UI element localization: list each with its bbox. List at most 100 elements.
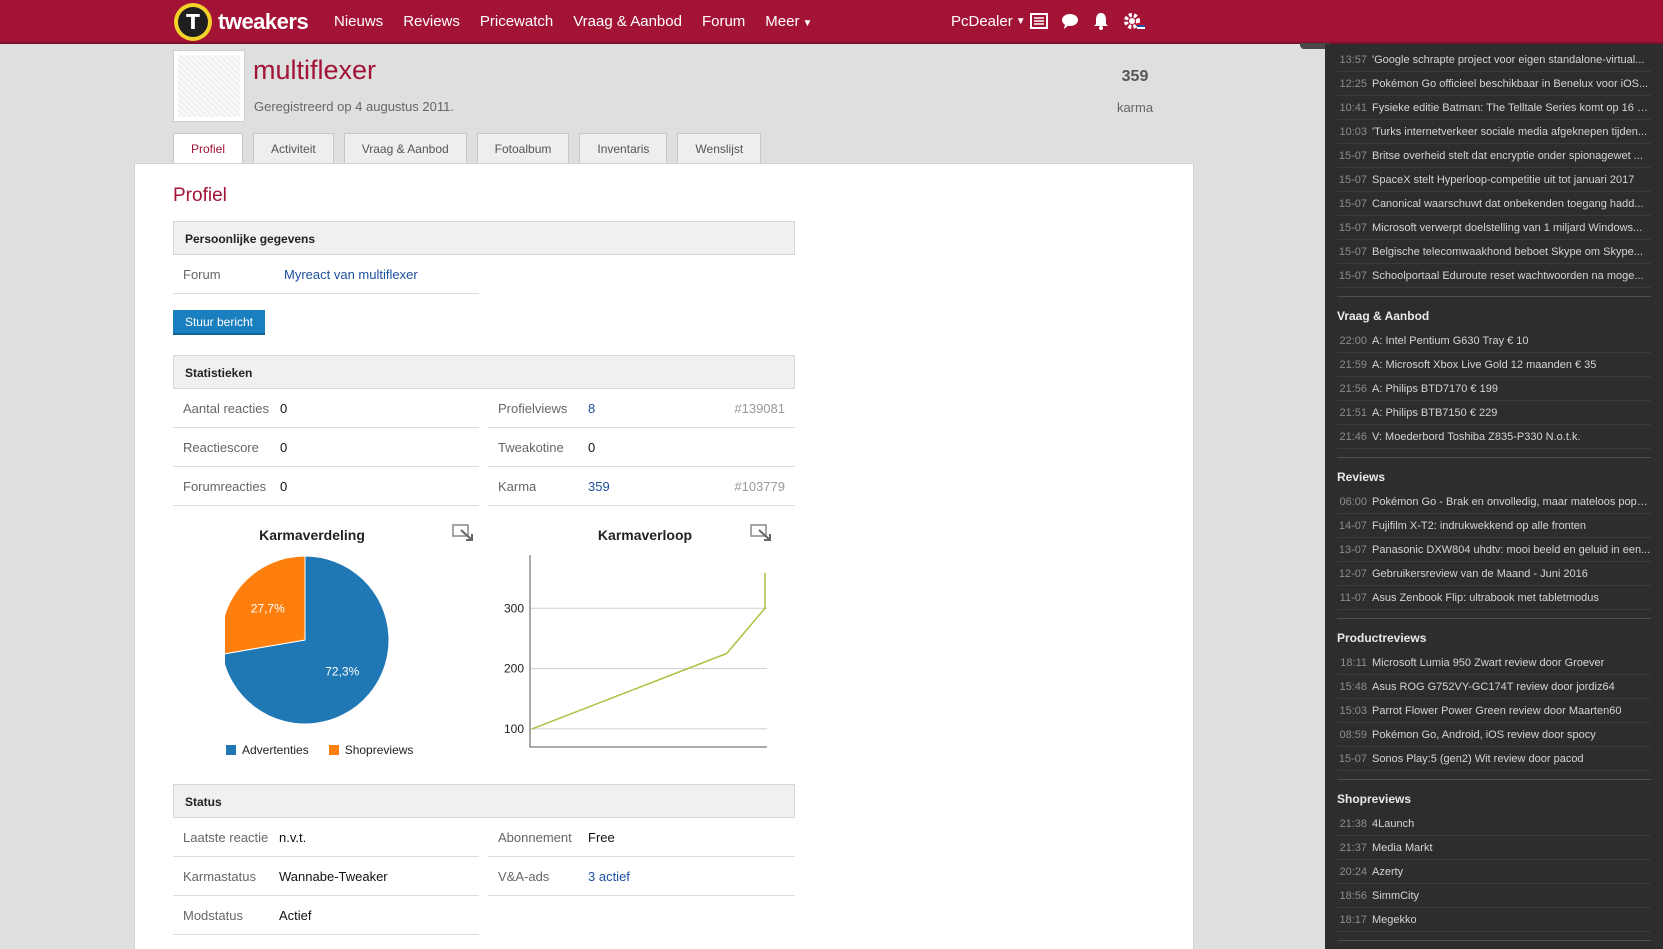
sidebar-item-time: 18:17 [1339,913,1367,926]
sidebar-item[interactable]: 08:59 Pokémon Go, Android, iOS review doo… [1337,723,1651,747]
nav-link-meer[interactable]: Meer ▼ [765,13,812,30]
sidebar-item[interactable]: 21:46 V: Moederbord Toshiba Z835-P330 N.o… [1337,425,1651,449]
sidebar-section-title[interactable]: Productreviews [1337,618,1651,651]
nav-link-nieuws[interactable]: Nieuws [334,13,383,30]
nav-link-reviews[interactable]: Reviews [403,13,460,30]
sidebar-section: Shopreviews 21:38 4Launch 21:37 Media Markt 2… [1325,779,1663,932]
sidebar-item[interactable]: 18:11 Microsoft Lumia 950 Zwart review do… [1337,651,1651,675]
list-icon[interactable] [1029,11,1049,31]
nav-link-vraag-aanbod[interactable]: Vraag & Aanbod [573,13,682,30]
sidebar-item-time: 21:46 [1339,430,1367,443]
sidebar-item[interactable]: 12-07 Gebruikersreview van de Maand - Jun… [1337,562,1651,586]
sidebar-item[interactable]: 18:56 SimmCity [1337,884,1651,908]
legend-label: Shopreviews [344,743,414,757]
nav-link-pricewatch[interactable]: Pricewatch [480,13,553,30]
stat-rank: #103779 [734,478,785,494]
news-item[interactable]: 15-07 Belgische telecomwaakhond beboet Sk… [1337,240,1651,264]
stat-label: Tweakotine [498,439,564,455]
news-time: 10:03 [1339,125,1367,138]
nav-link-forum[interactable]: Forum [702,13,745,30]
sidebar-item[interactable]: 22:00 A: Intel Pentium G630 Tray € 10 [1337,329,1651,353]
status-value-link[interactable]: 3 actief [588,869,630,884]
sidebar-item[interactable]: 21:37 Media Markt [1337,836,1651,860]
avatar [173,50,245,122]
tab-profiel[interactable]: Profiel [173,133,244,164]
sidebar-section: Reviews 06:00 Pokémon Go - Brak en onvolle… [1325,457,1663,610]
sidebar-item-title: Panasonic DXW804 uhdtv: mooi beeld en ge… [1372,543,1651,556]
y-tick-label: 200 [504,662,524,676]
news-item[interactable]: 15-07 Britse overheid stelt dat encryptie… [1337,144,1651,168]
sidebar-item-title: Sonos Play:5 (gen2) Wit review door paco… [1372,752,1584,765]
sidebar-item-title: 4Launch [1372,817,1415,830]
news-item[interactable]: 15-07 Microsoft verwerpt doelstelling van… [1337,216,1651,240]
sidebar-item-time: 06:00 [1339,495,1367,508]
forum-label: Forum [183,266,221,282]
stat-row: Reactiescore 0 [173,428,479,467]
sidebar-item[interactable]: 20:24 Azerty [1337,860,1651,884]
status-row: Karmastatus Wannabe-Tweaker [173,857,479,896]
sidebar-section-title[interactable]: Reviews [1337,457,1651,490]
sidebar-item[interactable]: 21:59 A: Microsoft Xbox Live Gold 12 maan… [1337,353,1651,377]
sidebar-item[interactable]: 21:56 A: Philips BTD7170 € 199 [1337,377,1651,401]
news-title: SpaceX stelt Hyperloop-competitie uit to… [1372,173,1635,186]
sidebar-section-title[interactable]: Vraag & Aanbod [1337,296,1651,329]
news-item[interactable]: 15-07 Canonical waarschuwt dat onbekenden… [1337,192,1651,216]
tab-activiteit[interactable]: Activiteit [253,133,334,163]
sidebar-item-time: 13-07 [1338,543,1367,556]
sidebar-item-title: SimmCity [1372,889,1420,902]
sidebar-item[interactable]: 15:48 Asus ROG G752VY-GC174T review door … [1337,675,1651,699]
tab-fotoalbum[interactable]: Fotoalbum [476,133,570,163]
news-title: Belgische telecomwaakhond beboet Skype o… [1372,245,1643,258]
sidebar-item[interactable]: 11-07 Asus Zenbook Flip: ultrabook met ta… [1337,586,1651,610]
pcdealer-menu[interactable]: PcDealer ▼ [951,0,1026,42]
news-item[interactable]: 10:41 Fysieke editie Batman: The Telltale… [1337,96,1651,120]
stat-value-link[interactable]: 8 [588,401,595,416]
sidebar-section-title[interactable]: .Geeks [1337,940,1651,949]
sidebar-item[interactable]: 21:51 A: Philips BTB7150 € 229 [1337,401,1651,425]
sidebar-section-title[interactable]: Shopreviews [1337,779,1651,812]
status-value: n.v.t. [279,829,307,845]
tab-inventaris[interactable]: Inventaris [579,133,668,163]
sidebar-item[interactable]: 15:03 Parrot Flower Power Green review do… [1337,699,1651,723]
news-time: 15-07 [1338,197,1367,210]
forum-link[interactable]: Myreact van multiflexer [284,267,418,282]
sidebar-item[interactable]: 18:17 Megekko [1337,908,1651,932]
sidebar-item-time: 21:59 [1339,358,1367,371]
settings-icon[interactable] [1122,11,1146,31]
status-value: Free [588,829,615,845]
sidebar-item[interactable]: 21:38 4Launch [1337,812,1651,836]
sidebar-item[interactable]: 13-07 Panasonic DXW804 uhdtv: mooi beeld … [1337,538,1651,562]
page-title: Profiel [173,185,227,206]
news-item[interactable]: 15-07 SpaceX stelt Hyperloop-competitie u… [1337,168,1651,192]
news-item[interactable]: 10:03 'Turks internetverkeer sociale medi… [1337,120,1651,144]
news-item[interactable]: 15-07 Schoolportaal Eduroute reset wachtw… [1337,264,1651,288]
sidebar-sections: Vraag & Aanbod 22:00 A: Intel Pentium G630… [1325,296,1663,949]
sidebar-item-time: 18:56 [1339,889,1367,902]
news-title: Canonical waarschuwt dat onbekenden toeg… [1372,197,1644,210]
sidebar-item-title: Gebruikersreview van de Maand - Juni 201… [1372,567,1588,580]
sidebar-item-title: A: Microsoft Xbox Live Gold 12 maanden €… [1372,358,1597,371]
main-nav-links: Nieuws Reviews Pricewatch Vraag & Aanbod… [334,0,832,42]
bell-icon[interactable] [1091,11,1111,31]
sidebar-item[interactable]: 14-07 Fujifilm X-T2: indrukwekkend op all… [1337,514,1651,538]
sidebar-item-title: Media Markt [1372,841,1433,854]
registration-date: Geregistreerd op 4 augustus 2011. [254,99,454,114]
stat-row: Aantal reacties 0 [173,389,479,428]
chat-icon[interactable] [1060,11,1080,31]
pie-chart: 72,3% 27,7% [225,555,390,725]
sidebar-item[interactable]: 06:00 Pokémon Go - Brak en onvolledig, ma… [1337,490,1651,514]
pcdealer-label: PcDealer [951,12,1013,30]
expand-chart-icon[interactable] [452,524,474,542]
statistics-heading: Statistieken [173,355,795,389]
chevron-down-icon: ▼ [1015,15,1026,27]
news-item[interactable]: 12:25 Pokémon Go officieel beschikbaar in… [1337,72,1651,96]
line-chart-title: Karmaverloop [597,527,693,543]
stat-value-link[interactable]: 359 [588,479,610,494]
news-item[interactable]: 13:57 'Google schrapte project voor eigen… [1337,48,1651,72]
tab-vraag-aanbod[interactable]: Vraag & Aanbod [343,133,467,163]
tab-wenslijst[interactable]: Wenslijst [677,133,762,163]
send-message-button[interactable]: Stuur bericht [173,310,265,335]
tweakers-logo[interactable]: T tweakers [174,2,309,42]
sidebar-item[interactable]: 15-07 Sonos Play:5 (gen2) Wit review door… [1337,747,1651,771]
expand-chart-icon[interactable] [750,524,772,542]
